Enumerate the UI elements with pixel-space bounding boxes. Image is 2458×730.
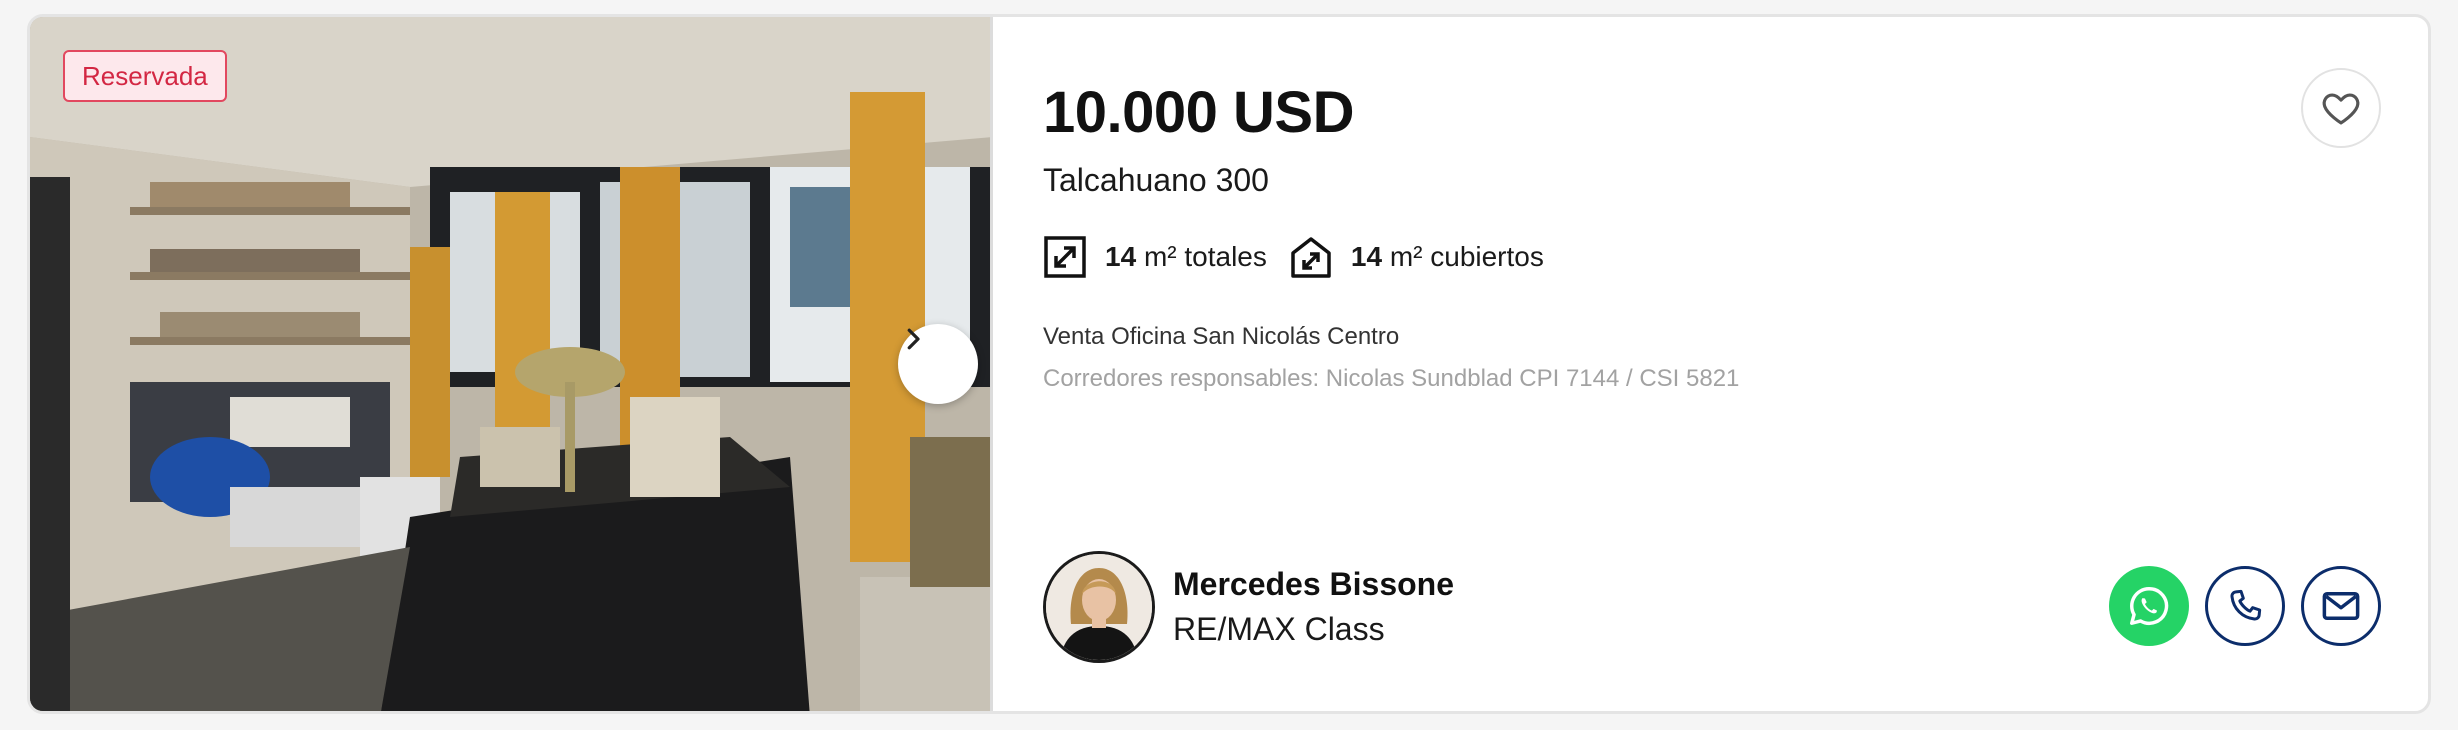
listing-address[interactable]: Talcahuano 300 [1043,162,1269,199]
total-area-unit: m² totales [1143,241,1267,272]
covered-area-icon [1289,235,1333,279]
reserved-badge: Reservada [63,50,227,102]
listing-title[interactable]: Venta Oficina San Nicolás Centro [1043,323,1399,351]
whatsapp-button[interactable] [2109,566,2189,646]
office-photo-illustration [30,17,990,711]
listing-details: 10.000 USD Talcahuano 300 14 m² totales [993,17,2428,711]
covered-area-value: 14 [1350,241,1383,272]
contact-actions [2109,566,2381,646]
covered-area-unit: m² cubiertos [1389,241,1544,272]
responsible-brokers: Corredores responsables: Nicolas Sundbla… [1043,365,1740,392]
listing-price: 10.000 USD [1043,80,1354,145]
total-area-icon [1043,235,1087,279]
total-area-value: 14 [1105,241,1137,272]
next-photo-button[interactable] [898,324,978,404]
chevron-right-icon [907,328,920,350]
agent-company: RE/MAX Class [1173,611,1385,647]
heart-icon [2322,93,2360,125]
area-features: 14 m² totales 14 m² cubiertos [1043,235,1544,279]
agent-avatar[interactable] [1043,551,1155,663]
listing-card[interactable]: Reservada 10.000 USD Talcahuano 300 14 m… [27,14,2431,714]
email-icon [2322,592,2360,620]
listing-photo[interactable]: Reservada [30,17,993,711]
phone-button[interactable] [2205,566,2285,646]
email-button[interactable] [2301,566,2381,646]
phone-icon [2230,589,2262,621]
favorite-button[interactable] [2301,68,2381,148]
feature-total-area: 14 m² totales [1043,235,1267,279]
agent-info[interactable]: Mercedes Bissone RE/MAX Class [1043,551,1454,663]
agent-name[interactable]: Mercedes Bissone [1173,566,1454,603]
whatsapp-icon [2130,587,2169,625]
agent-portrait [1046,554,1152,660]
feature-covered-area: 14 m² cubiertos [1289,235,1544,279]
